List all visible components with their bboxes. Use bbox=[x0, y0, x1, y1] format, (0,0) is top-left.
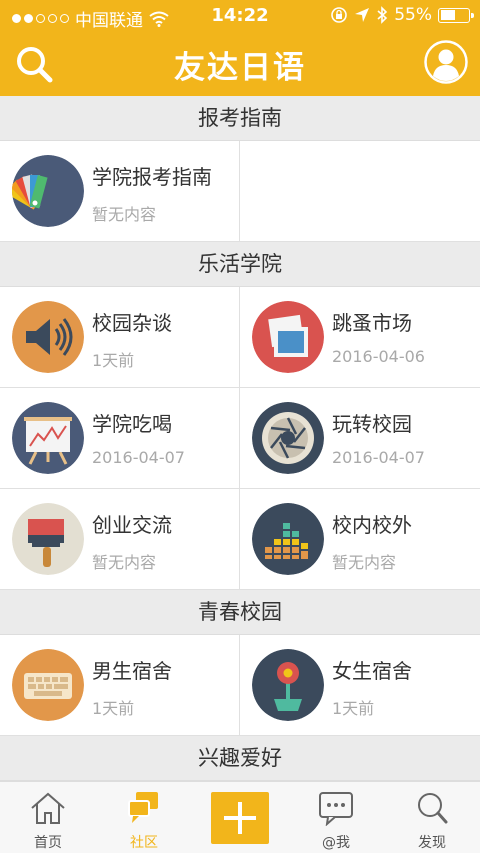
board-name: 学院吃喝 bbox=[92, 412, 172, 436]
board-row: 创业交流 暂无内容 校内校外 暂无内容 bbox=[0, 489, 480, 590]
palette-icon bbox=[12, 155, 84, 227]
board-name: 女生宿舍 bbox=[332, 659, 412, 683]
app-header: 友达日语 bbox=[0, 32, 480, 96]
board-item[interactable]: 校园杂谈 1天前 bbox=[0, 287, 240, 387]
app-title: 友达日语 bbox=[174, 50, 306, 86]
section-header: 青春校园 bbox=[0, 590, 480, 635]
board-last-update: 1天前 bbox=[92, 699, 135, 718]
board-name: 创业交流 bbox=[92, 513, 172, 537]
board-name: 玩转校园 bbox=[332, 412, 412, 436]
board-last-update: 1天前 bbox=[332, 699, 375, 718]
section-header: 乐活学院 bbox=[0, 242, 480, 287]
aperture-icon bbox=[252, 402, 324, 474]
board-row: 校园杂谈 1天前 跳蚤市场 2016-04-06 bbox=[0, 287, 480, 388]
top-bar: 中国联通 14:22 55% 友达日语 bbox=[0, 0, 480, 96]
board-item[interactable]: 创业交流 暂无内容 bbox=[0, 489, 240, 589]
board-last-update: 1天前 bbox=[92, 351, 135, 370]
board-last-update: 2016-04-07 bbox=[92, 448, 185, 467]
speaker-icon bbox=[12, 301, 84, 373]
board-name: 校内校外 bbox=[332, 513, 412, 537]
bottom-tab-bar: 首页 社区 @我 发现 bbox=[0, 781, 480, 853]
tab-discover-label: 发现 bbox=[418, 835, 446, 851]
equalizer-icon bbox=[252, 503, 324, 575]
chat-bubbles-icon bbox=[128, 792, 158, 823]
flower-icon bbox=[252, 649, 324, 721]
section-header: 兴趣爱好 bbox=[0, 736, 480, 781]
photos-icon bbox=[252, 301, 324, 373]
board-item[interactable]: 女生宿舍 1天前 bbox=[240, 635, 480, 735]
tab-discover[interactable]: 发现 bbox=[384, 782, 480, 853]
board-item[interactable]: 跳蚤市场 2016-04-06 bbox=[240, 287, 480, 387]
board-item[interactable]: 男生宿舍 1天前 bbox=[0, 635, 240, 735]
home-icon bbox=[31, 792, 65, 824]
keyboard-icon bbox=[12, 649, 84, 721]
board-last-update: 2016-04-06 bbox=[332, 347, 425, 366]
location-arrow-icon bbox=[355, 8, 370, 22]
board-last-update: 暂无内容 bbox=[92, 553, 157, 572]
board-row: 学院吃喝 2016-04-07 玩转校园 2016-04-07 bbox=[0, 388, 480, 489]
board-last-update: 暂无内容 bbox=[92, 205, 157, 224]
tab-post[interactable] bbox=[192, 782, 288, 853]
board-item[interactable]: 校内校外 暂无内容 bbox=[240, 489, 480, 589]
board-row: 男生宿舍 1天前 女生宿舍 1天前 bbox=[0, 635, 480, 736]
section-header: 报考指南 bbox=[0, 96, 480, 141]
tab-mentions[interactable]: @我 bbox=[288, 782, 384, 853]
board-name: 学院报考指南 bbox=[92, 165, 212, 189]
board-item[interactable]: 学院吃喝 2016-04-07 bbox=[0, 388, 240, 488]
tab-community-label: 社区 bbox=[130, 835, 158, 851]
bluetooth-icon bbox=[377, 6, 388, 24]
easel-chart-icon bbox=[12, 402, 84, 474]
message-icon bbox=[319, 792, 353, 826]
battery-icon bbox=[438, 7, 474, 23]
plus-icon[interactable] bbox=[211, 792, 269, 844]
tab-home[interactable]: 首页 bbox=[0, 782, 96, 853]
board-name: 跳蚤市场 bbox=[332, 311, 412, 335]
forum-list: 报考指南 学院报考指南 暂无内容 乐活学院 校园杂谈 1天前 跳蚤市场 2016-04-06 学… bbox=[0, 96, 480, 781]
empty-cell bbox=[240, 141, 480, 241]
tab-community[interactable]: 社区 bbox=[96, 782, 192, 853]
discover-search-icon bbox=[418, 793, 448, 824]
board-last-update: 2016-04-07 bbox=[332, 448, 425, 467]
board-name: 校园杂谈 bbox=[92, 311, 172, 335]
board-item[interactable]: 玩转校园 2016-04-07 bbox=[240, 388, 480, 488]
rotation-lock-icon bbox=[331, 7, 348, 23]
user-avatar-icon[interactable] bbox=[424, 40, 468, 84]
board-last-update: 暂无内容 bbox=[332, 553, 397, 572]
tab-mentions-label: @我 bbox=[322, 835, 350, 851]
board-name: 男生宿舍 bbox=[92, 659, 172, 683]
tab-home-label: 首页 bbox=[34, 835, 62, 851]
board-item[interactable]: 学院报考指南暂无内容 bbox=[0, 141, 240, 241]
board-row: 学院报考指南暂无内容 bbox=[0, 141, 480, 242]
status-bar: 中国联通 14:22 55% bbox=[0, 0, 480, 32]
paint-brush-icon bbox=[12, 503, 84, 575]
battery-percent: 55% bbox=[394, 5, 432, 25]
